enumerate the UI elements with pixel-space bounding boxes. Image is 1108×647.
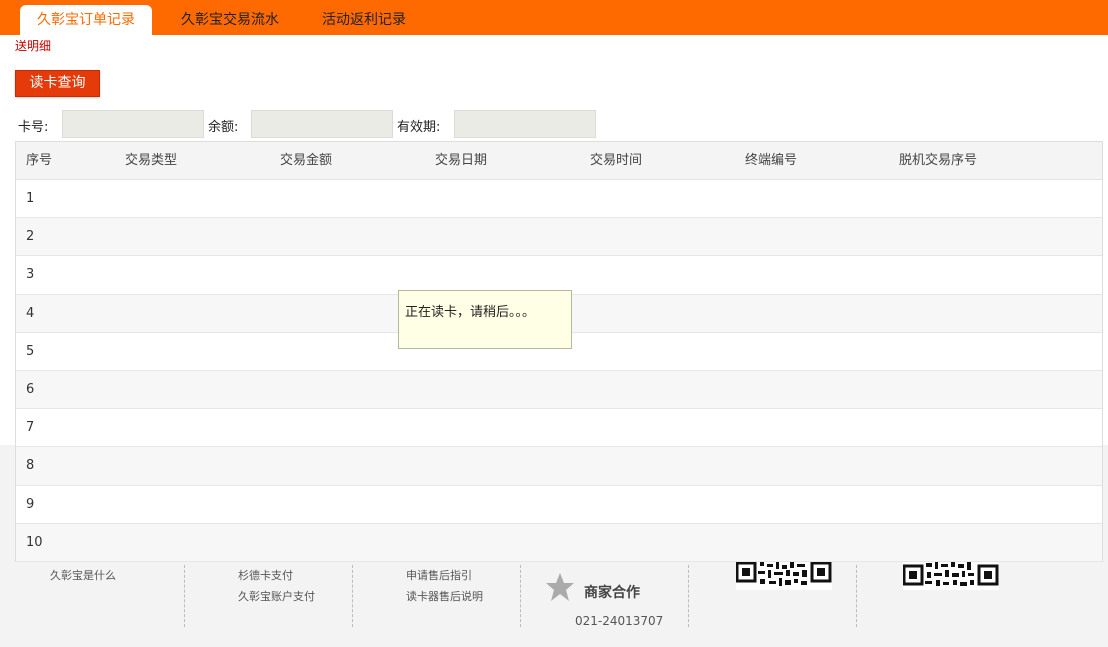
footer-link-reader-after-sales[interactable]: 读卡器售后说明 <box>406 588 483 604</box>
footer-link-sand-card-pay[interactable]: 杉德卡支付 <box>238 567 293 583</box>
footer-link-after-sales-guide[interactable]: 申请售后指引 <box>406 567 472 583</box>
column-header-terminal: 终端编号 <box>745 153 798 168</box>
section-subtitle: 送明细 <box>15 39 52 53</box>
table-row: 6 <box>16 370 1102 410</box>
tab-transaction-flow[interactable]: 久彰宝交易流水 <box>181 5 279 35</box>
table-row: 2 <box>16 218 1102 257</box>
table-row: 7 <box>16 409 1102 448</box>
loading-tooltip: 正在读卡，请稍后。。。 <box>398 290 572 349</box>
row-serial-cell: 4 <box>26 305 35 321</box>
column-header-time: 交易时间 <box>590 153 643 168</box>
loading-message: 正在读卡，请稍后。。。 <box>405 305 536 320</box>
row-serial-cell: 5 <box>26 343 35 359</box>
column-header-date: 交易日期 <box>435 153 488 168</box>
row-serial-cell: 10 <box>26 534 43 550</box>
table-row: 1 <box>16 180 1102 219</box>
qr-code <box>903 560 999 590</box>
row-serial-cell: 8 <box>26 458 35 474</box>
expiry-label: 有效期: <box>397 120 441 135</box>
footer-divider <box>352 565 353 627</box>
table-header: 序号 交易类型 交易金额 交易日期 交易时间 终端编号 脱机交易序号 <box>16 142 1102 180</box>
footer-link-what-is[interactable]: 久彰宝是什么 <box>50 567 116 583</box>
expiry-field[interactable] <box>454 110 596 138</box>
table-row: 9 <box>16 486 1102 524</box>
row-serial-cell: 3 <box>26 267 35 283</box>
tab-rebate-records[interactable]: 活动返利记录 <box>322 5 406 35</box>
footer-divider <box>688 565 689 627</box>
star-icon <box>545 572 575 606</box>
merchant-cooperation-title: 商家合作 <box>584 585 640 601</box>
card-number-field[interactable] <box>62 110 204 138</box>
top-tab-bar: 久彰宝订单记录 久彰宝交易流水 活动返利记录 <box>0 0 1108 35</box>
table-row: 3 <box>16 256 1102 295</box>
row-serial-cell: 2 <box>26 229 35 245</box>
balance-label: 余额: <box>208 120 239 135</box>
column-header-offline-seq: 脱机交易序号 <box>899 153 978 168</box>
footer-divider <box>184 565 185 627</box>
table-row: 8 <box>16 447 1102 486</box>
transaction-table: 序号 交易类型 交易金额 交易日期 交易时间 终端编号 脱机交易序号 1 2 3… <box>15 141 1103 562</box>
row-serial-cell: 1 <box>26 191 35 206</box>
column-header-type: 交易类型 <box>125 153 178 168</box>
merchant-phone: 021-24013707 <box>575 614 664 628</box>
row-serial-cell: 6 <box>26 381 35 397</box>
column-header-serial: 序号 <box>26 153 53 168</box>
row-serial-cell: 7 <box>26 420 35 436</box>
footer-link-account-pay[interactable]: 久彰宝账户支付 <box>238 588 315 604</box>
balance-field[interactable] <box>251 110 393 138</box>
tab-order-records[interactable]: 久彰宝订单记录 <box>20 5 152 35</box>
qr-code <box>736 560 832 590</box>
table-row: 10 <box>16 523 1102 562</box>
read-card-button[interactable]: 读卡查询 <box>15 70 100 97</box>
column-header-amount: 交易金额 <box>280 153 333 168</box>
footer-divider <box>856 565 857 627</box>
footer-divider <box>520 565 521 627</box>
row-serial-cell: 9 <box>26 496 35 512</box>
card-number-label: 卡号: <box>18 120 49 135</box>
